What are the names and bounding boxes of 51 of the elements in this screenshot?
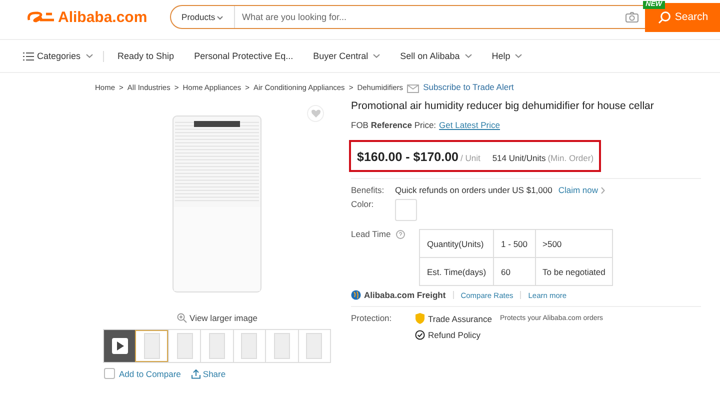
list-icon bbox=[23, 52, 34, 60]
price-type: FOB Reference Price: bbox=[351, 120, 436, 130]
color-swatch[interactable] bbox=[395, 199, 417, 221]
share-icon bbox=[190, 368, 201, 378]
nav-link[interactable]: Help bbox=[492, 51, 522, 61]
benefits-label: Benefits: bbox=[351, 185, 386, 195]
protection-label: Protection: bbox=[351, 313, 393, 325]
nav-link[interactable]: Categories bbox=[23, 51, 93, 61]
trade-alert-link[interactable]: Subscribe to Trade Alert bbox=[423, 82, 514, 92]
search-icon bbox=[658, 10, 671, 24]
envelope-icon bbox=[407, 82, 420, 92]
price-unit: / Unit bbox=[460, 153, 480, 163]
add-to-compare-checkbox[interactable]: Add to Compare bbox=[104, 368, 181, 379]
claim-now-link[interactable]: Claim now bbox=[558, 185, 606, 195]
video-thumbnail[interactable] bbox=[104, 330, 136, 362]
nav-link[interactable]: Buyer Central bbox=[313, 51, 380, 61]
freight-title: Alibaba.com Freight bbox=[364, 290, 446, 300]
zoom-icon bbox=[176, 313, 187, 323]
lead-time-label: Lead Time bbox=[351, 229, 392, 239]
favorite-button[interactable] bbox=[307, 105, 324, 122]
help-icon bbox=[396, 230, 405, 239]
image-thumbnail[interactable] bbox=[135, 330, 168, 362]
benefits-text: Quick refunds on orders under US $1,000 bbox=[395, 185, 552, 195]
globe-icon bbox=[351, 290, 361, 300]
table-cell: Est. Time(days) bbox=[420, 258, 494, 286]
share-link[interactable]: Share bbox=[190, 368, 226, 379]
min-order-note: (Min. Order) bbox=[548, 153, 594, 163]
protection-title: Trade Assurance bbox=[428, 314, 492, 324]
camera-icon[interactable] bbox=[625, 11, 639, 23]
play-icon bbox=[112, 338, 128, 354]
chevron-right-icon bbox=[601, 186, 606, 194]
price-range: $160.00 - $170.00 bbox=[357, 150, 458, 164]
check-circle-icon bbox=[415, 330, 425, 340]
product-title: Promotional air humidity reducer big dehumidifier for house cellar bbox=[351, 100, 655, 112]
heart-icon bbox=[310, 109, 320, 118]
table-cell: 1 - 500 bbox=[494, 230, 536, 258]
view-larger-link[interactable]: View larger image bbox=[176, 313, 258, 323]
table-cell: Quantity(Units) bbox=[420, 230, 494, 258]
min-order: 514 Unit/Units bbox=[492, 153, 546, 163]
shield-icon bbox=[415, 313, 425, 324]
nav-link[interactable]: Sell on Alibaba bbox=[400, 51, 472, 61]
table-cell: >500 bbox=[535, 230, 613, 258]
nav-link[interactable]: Personal Protective Eq... bbox=[194, 51, 294, 61]
nav-link[interactable]: Ready to Ship bbox=[118, 51, 174, 61]
color-label: Color: bbox=[351, 199, 375, 209]
chevron-down-icon bbox=[217, 16, 224, 20]
image-thumbnail[interactable] bbox=[168, 330, 200, 362]
table-cell: To be negotiated bbox=[535, 258, 613, 286]
table-cell: 60 bbox=[494, 258, 536, 286]
latest-price-link[interactable]: Get Latest Price bbox=[439, 120, 500, 130]
protection-title: Refund Policy bbox=[428, 330, 480, 340]
